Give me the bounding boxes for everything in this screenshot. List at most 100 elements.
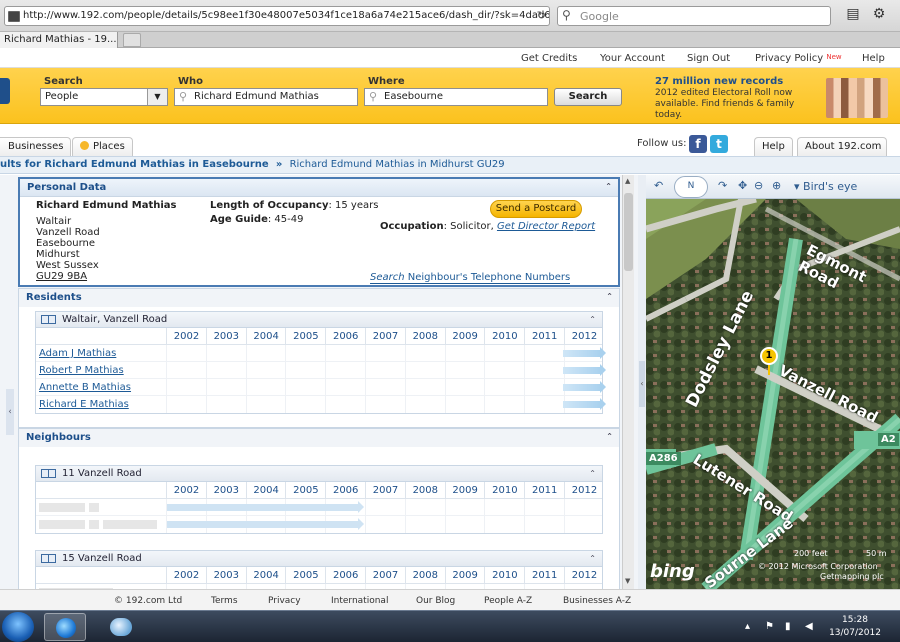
promo-title[interactable]: 27 million new records [655, 76, 783, 87]
grid-cell [166, 362, 206, 379]
where-input[interactable]: ⚲ Easebourne [364, 88, 548, 106]
grid-cell [484, 499, 524, 516]
resident-link[interactable]: Annette B Mathias [39, 382, 131, 393]
reload-icon[interactable]: ↻ [537, 9, 546, 22]
neighbour-search-link[interactable]: Search Neighbour's Telephone Numbers [370, 272, 571, 284]
table-row[interactable]: Adam J Mathias [36, 345, 606, 362]
postcode-link[interactable]: GU29 9BA [36, 271, 87, 282]
tab-places[interactable]: Places [72, 137, 133, 156]
privacy-policy-link[interactable]: Privacy Policy New [755, 53, 842, 64]
aerial-map[interactable]: Egmont Road Dodsley Lane Vanzell Road Lu… [646, 199, 900, 589]
tab-help[interactable]: Help [754, 137, 793, 156]
map-splitter[interactable]: ‹ [638, 175, 646, 589]
footer-blog-link[interactable]: Our Blog [416, 596, 455, 606]
resident-link[interactable]: Richard E Mathias [39, 399, 129, 410]
collapse-map-handle[interactable]: ‹ [639, 361, 645, 407]
chevron-down-icon[interactable]: ▼ [147, 89, 167, 105]
breadcrumb-current: Richard Edmund Mathias in Midhurst GU29 [289, 159, 505, 170]
search-type-select[interactable]: People ▼ [40, 88, 168, 106]
collapse-icon[interactable]: ⌃ [589, 469, 596, 478]
where-label: Where [368, 76, 405, 87]
who-input[interactable]: ⚲ Richard Edmund Mathias [174, 88, 358, 106]
rotate-right-icon[interactable]: ↷ [718, 179, 727, 192]
bing-logo[interactable]: bing [650, 561, 695, 582]
panel-header[interactable]: Neighbours ⌃ [19, 429, 619, 447]
volume-icon[interactable]: ◀ [805, 621, 813, 632]
tab-about[interactable]: About 192.com [797, 137, 887, 156]
taskbar-app-button[interactable] [100, 613, 142, 641]
vertical-scrollbar[interactable]: ▲ ▼ [622, 175, 634, 589]
collapse-icon[interactable]: ⌃ [605, 182, 612, 191]
year-header-cell: 2008 [404, 482, 445, 499]
sign-out-link[interactable]: Sign Out [687, 53, 730, 64]
footer-terms-link[interactable]: Terms [211, 596, 238, 606]
get-credits-link[interactable]: Get Credits [521, 53, 577, 64]
search-button[interactable]: Search [554, 88, 622, 106]
year-header-cell: 2007 [365, 482, 405, 499]
collapse-left-handle[interactable]: ‹ [6, 389, 14, 435]
collapse-icon[interactable]: ⌃ [589, 315, 596, 324]
footer-privacy-link[interactable]: Privacy [268, 596, 301, 606]
network-icon[interactable]: ▮ [785, 621, 791, 632]
taskbar-browser-button[interactable] [44, 613, 86, 641]
breadcrumb-results-link[interactable]: ults for Richard Edmund Mathias in Easeb… [0, 159, 269, 170]
collapse-icon[interactable]: ⌃ [606, 432, 613, 441]
zoom-in-icon[interactable]: ⊕ [772, 179, 781, 192]
grid-cell [444, 379, 485, 396]
new-tab-button[interactable] [123, 33, 141, 47]
scrollbar-thumb[interactable] [624, 193, 633, 271]
promo-people-image[interactable] [826, 78, 888, 118]
footer-businesses-link[interactable]: Businesses A-Z [563, 596, 631, 606]
your-account-link[interactable]: Your Account [600, 53, 665, 64]
address-bar[interactable]: http://www.192.com/people/details/5c98ee… [4, 6, 550, 26]
browser-search-input[interactable]: ⚲ Google [557, 6, 831, 26]
panel-header[interactable]: Residents ⌃ [19, 289, 619, 307]
windows-taskbar: ▴ ⚑ ▮ ◀ 15:28 13/07/2012 [0, 610, 900, 642]
footer-people-link[interactable]: People A-Z [484, 596, 532, 606]
send-postcard-button[interactable]: Send a Postcard [490, 200, 582, 218]
table-row[interactable]: Richard E Mathias [36, 396, 606, 413]
promo-text: 2012 edited Electoral Roll now available… [655, 88, 795, 120]
year-header-cell: 2002 [166, 567, 206, 584]
road-badge: A286 [646, 452, 681, 465]
neighbours-heading: Neighbours [26, 432, 91, 443]
flag-icon[interactable]: ⚑ [765, 621, 774, 632]
compass-control[interactable]: N [674, 176, 708, 198]
facebook-icon[interactable]: f [689, 135, 707, 153]
panel-header[interactable]: Personal Data ⌃ [20, 179, 618, 197]
page-menu-icon[interactable]: ▤ [842, 6, 864, 26]
tray-show-hidden-icon[interactable]: ▴ [745, 621, 750, 632]
gear-icon[interactable]: ⚙ [868, 6, 890, 26]
resident-link[interactable]: Robert P Mathias [39, 365, 124, 376]
resident-link[interactable]: Adam J Mathias [39, 348, 116, 359]
birds-eye-toggle[interactable]: ▾ Bird's eye [794, 180, 857, 193]
table-row[interactable]: Annette B Mathias [36, 379, 606, 396]
rotate-left-icon[interactable]: ↶ [654, 179, 663, 192]
collapse-icon[interactable]: ⌃ [606, 292, 613, 301]
director-report-link[interactable]: Get Director Report [497, 221, 595, 232]
twitter-icon[interactable]: t [710, 135, 728, 153]
grid-cell [325, 362, 365, 379]
scroll-down-icon[interactable]: ▼ [625, 577, 630, 585]
scale-metres: 50 m [866, 549, 887, 558]
scroll-up-icon[interactable]: ▲ [625, 177, 630, 185]
footer-copyright: © 192.com Ltd [114, 596, 183, 606]
map-pin-marker[interactable]: 1 [760, 347, 778, 365]
tab-strip: Richard Mathias - 19... [0, 32, 900, 48]
browser-tab[interactable]: Richard Mathias - 19... [0, 32, 118, 48]
year-header-cell: 2009 [444, 567, 485, 584]
zoom-out-icon[interactable]: ⊖ [754, 179, 763, 192]
table-row[interactable]: Robert P Mathias [36, 362, 606, 379]
help-link[interactable]: Help [862, 53, 885, 64]
taskbar-clock[interactable]: 15:28 13/07/2012 [826, 614, 884, 640]
tab-businesses[interactable]: Businesses [0, 137, 72, 156]
table-row[interactable] [36, 499, 602, 516]
address-line: West Sussex [36, 260, 99, 271]
grid-cell [365, 345, 405, 362]
table-row[interactable] [36, 516, 602, 533]
start-button[interactable] [2, 612, 34, 642]
pan-icon[interactable]: ✥ [738, 179, 747, 192]
footer-international-link[interactable]: International [331, 596, 388, 606]
collapse-icon[interactable]: ⌃ [589, 554, 596, 563]
grid-cell [524, 362, 564, 379]
